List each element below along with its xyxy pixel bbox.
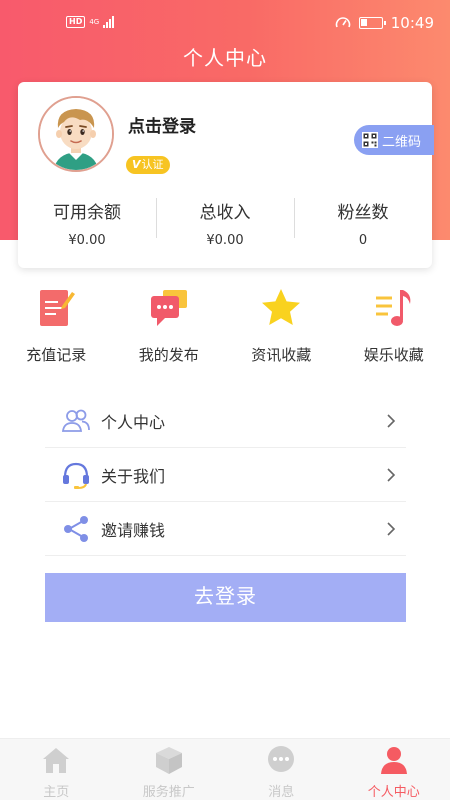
- verify-label: 认证: [141, 158, 164, 171]
- quick-action-entertainment-favorites[interactable]: 娱乐收藏: [338, 286, 450, 365]
- verify-badge: V 认证: [126, 156, 170, 174]
- menu-item-about-us[interactable]: 关于我们: [45, 448, 406, 502]
- cube-icon: [155, 747, 182, 774]
- person-icon: [380, 747, 407, 774]
- speedometer-icon: [335, 17, 351, 28]
- menu-item-invite-earn[interactable]: 邀请赚钱: [45, 502, 406, 556]
- status-right: 10:49: [335, 14, 434, 32]
- signal-icon: [103, 16, 115, 28]
- status-bar: HD 4G 10:49: [0, 0, 450, 44]
- page-title: 个人中心: [183, 46, 267, 70]
- quick-action-my-posts[interactable]: 我的发布: [113, 286, 226, 365]
- stat-value: ¥0.00: [68, 233, 106, 248]
- tab-label: 个人中心: [367, 785, 420, 800]
- status-time: 10:49: [390, 14, 434, 32]
- share-icon: [64, 515, 88, 542]
- menu-list: 个人中心 关于我们 邀请赚钱: [45, 394, 406, 556]
- status-left: HD 4G: [66, 16, 115, 28]
- chevron-right-icon: [387, 522, 396, 536]
- quick-action-label: 资讯收藏: [251, 346, 312, 364]
- quick-action-news-favorites[interactable]: 资讯收藏: [225, 286, 338, 365]
- tab-label: 主页: [43, 785, 70, 800]
- home-icon: [43, 748, 70, 773]
- quick-action-label: 娱乐收藏: [363, 346, 424, 364]
- tab-label: 服务推广: [142, 785, 195, 800]
- login-button[interactable]: 去登录: [45, 573, 406, 622]
- recharge-record-icon: [40, 290, 76, 326]
- tab-home[interactable]: 主页: [0, 739, 113, 800]
- chevron-right-icon: [387, 414, 396, 428]
- qr-code-button[interactable]: 二维码: [354, 125, 434, 155]
- stat-fans[interactable]: 粉丝数 0: [294, 194, 432, 254]
- profile-card: 点击登录 V 认证 二维码 可用余额 ¥0.00 总收入 ¥0.00 粉丝数 0: [18, 82, 434, 268]
- login-prompt[interactable]: 点击登录: [128, 112, 196, 137]
- stat-label: 粉丝数: [337, 203, 389, 223]
- network-type: 4G: [89, 18, 100, 26]
- stat-balance[interactable]: 可用余额 ¥0.00: [18, 194, 156, 254]
- stats-row: 可用余额 ¥0.00 总收入 ¥0.00 粉丝数 0: [18, 194, 432, 254]
- verify-mark: V: [132, 158, 141, 171]
- menu-label: 邀请赚钱: [101, 520, 166, 540]
- tab-label: 消息: [268, 785, 295, 800]
- bottom-tab-bar: 主页 服务推广 消息 个人中心: [0, 738, 450, 800]
- my-posts-icon: [150, 290, 187, 326]
- stat-value: ¥0.00: [206, 233, 244, 248]
- qr-code-label: 二维码: [382, 134, 422, 150]
- chevron-right-icon: [387, 468, 396, 482]
- stat-value: 0: [358, 233, 368, 248]
- avatar[interactable]: [38, 96, 114, 172]
- tab-service-promotion[interactable]: 服务推广: [113, 739, 226, 800]
- stat-income[interactable]: 总收入 ¥0.00: [156, 194, 294, 254]
- users-icon: [61, 409, 90, 432]
- menu-item-personal-center[interactable]: 个人中心: [45, 394, 406, 448]
- qr-code-icon: [362, 132, 378, 148]
- menu-label: 关于我们: [101, 466, 166, 486]
- battery-icon: [358, 17, 386, 29]
- music-note-icon: [375, 290, 411, 326]
- menu-label: 个人中心: [101, 412, 166, 432]
- tab-messages[interactable]: 消息: [225, 739, 338, 800]
- star-icon: [262, 289, 301, 325]
- quick-action-label: 我的发布: [138, 346, 199, 364]
- headset-icon: [63, 462, 89, 489]
- hd-badge: HD: [66, 16, 86, 28]
- stat-label: 可用余额: [53, 203, 121, 223]
- quick-actions: 充值记录 我的发布 资讯收藏 娱乐收藏: [0, 286, 450, 365]
- quick-action-recharge-record[interactable]: 充值记录: [0, 286, 113, 365]
- quick-action-label: 充值记录: [26, 346, 87, 364]
- avatar-illustration: [40, 98, 112, 170]
- tab-personal-center[interactable]: 个人中心: [338, 739, 450, 800]
- chat-icon: [268, 746, 295, 772]
- stat-label: 总收入: [199, 203, 251, 223]
